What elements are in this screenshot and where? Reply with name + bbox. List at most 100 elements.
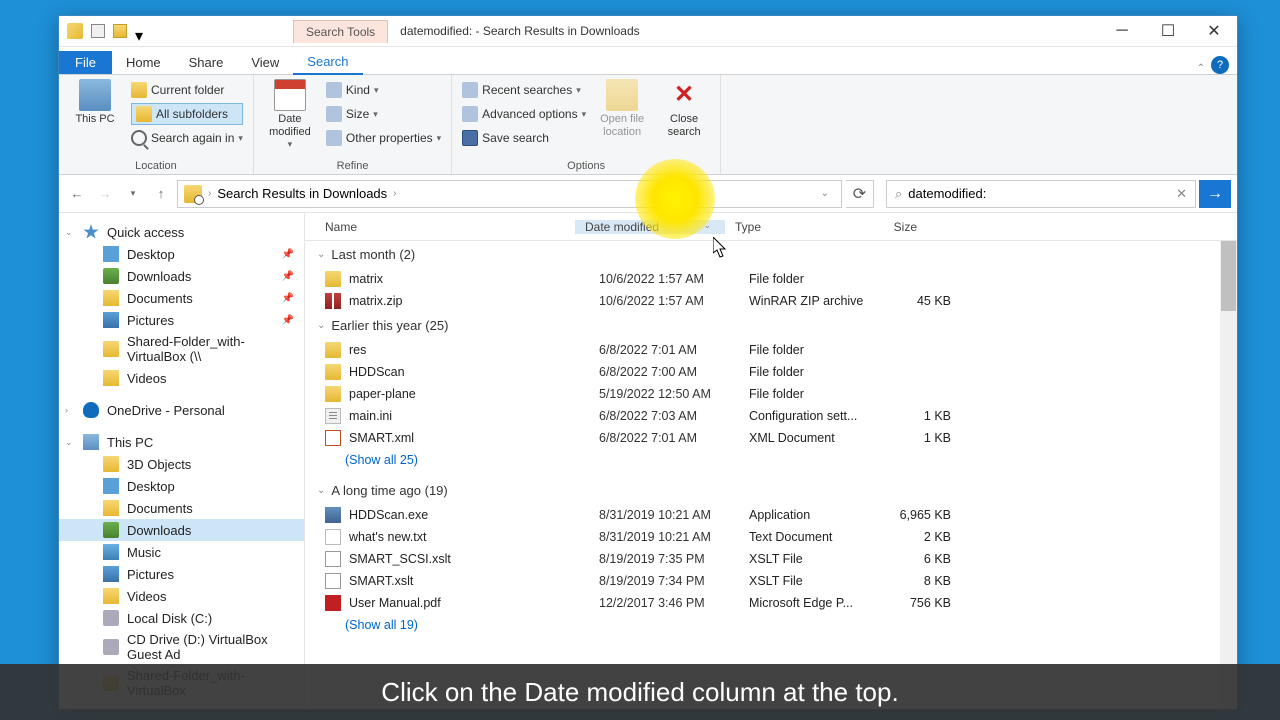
breadcrumb[interactable]: Search Results in Downloads xyxy=(217,186,387,201)
sidebar-item-downloads[interactable]: Downloads📌 xyxy=(59,265,304,287)
file-name: matrix.zip xyxy=(349,294,599,308)
save-search-button[interactable]: Save search xyxy=(462,127,586,149)
chevron-down-icon[interactable]: ⌄ xyxy=(703,220,711,231)
kind-button[interactable]: Kind xyxy=(326,79,441,101)
address-bar[interactable]: › Search Results in Downloads › ⌄ xyxy=(177,180,842,208)
file-date: 10/6/2022 1:57 AM xyxy=(599,294,749,308)
address-dropdown-icon[interactable]: ⌄ xyxy=(815,188,835,199)
search-go-button[interactable]: → xyxy=(1199,180,1231,208)
sidebar-item-cddrive[interactable]: CD Drive (D:) VirtualBox Guest Ad xyxy=(59,629,304,665)
size-button[interactable]: Size xyxy=(326,103,441,125)
desktop-icon xyxy=(103,478,119,494)
refresh-button[interactable]: ⟳ xyxy=(846,180,874,208)
sidebar-item-videos2[interactable]: Videos xyxy=(59,585,304,607)
column-type[interactable]: Type xyxy=(725,220,849,234)
file-type: File folder xyxy=(749,272,873,286)
file-type: Text Document xyxy=(749,530,873,544)
sidebar-item-videos[interactable]: Videos xyxy=(59,367,304,389)
sidebar-item-localdisk[interactable]: Local Disk (C:) xyxy=(59,607,304,629)
chevron-right-icon[interactable]: › xyxy=(393,188,396,199)
clear-search-icon[interactable]: ✕ xyxy=(1176,186,1187,202)
qat-newfolder-icon[interactable] xyxy=(113,24,127,38)
file-date: 5/19/2022 12:50 AM xyxy=(599,387,749,401)
column-date-modified[interactable]: Date modified⌄ xyxy=(575,220,725,234)
this-pc-button[interactable]: This PC xyxy=(69,79,121,126)
tab-share[interactable]: Share xyxy=(175,51,238,74)
sidebar-item-pictures[interactable]: Pictures📌 xyxy=(59,309,304,331)
file-row[interactable]: matrix10/6/2022 1:57 AMFile folder xyxy=(305,268,1237,290)
file-row[interactable]: SMART_SCSI.xslt8/19/2019 7:35 PMXSLT Fil… xyxy=(305,548,1237,570)
sidebar-item-documents[interactable]: Documents📌 xyxy=(59,287,304,309)
file-row[interactable]: res6/8/2022 7:01 AMFile folder xyxy=(305,339,1237,361)
help-icon[interactable]: ? xyxy=(1211,56,1229,74)
chevron-right-icon[interactable]: › xyxy=(208,188,211,199)
file-date: 6/8/2022 7:03 AM xyxy=(599,409,749,423)
file-row[interactable]: paper-plane5/19/2022 12:50 AMFile folder xyxy=(305,383,1237,405)
tab-view[interactable]: View xyxy=(237,51,293,74)
search-again-button[interactable]: Search again in xyxy=(131,127,243,149)
column-name[interactable]: Name xyxy=(305,220,575,234)
close-search-button[interactable]: ✕ Close search xyxy=(658,79,710,139)
maximize-button[interactable]: ☐ xyxy=(1145,16,1191,46)
recent-searches-button[interactable]: Recent searches xyxy=(462,79,586,101)
videos-icon xyxy=(103,370,119,386)
show-all-link[interactable]: (Show all 25) xyxy=(305,449,1237,477)
advanced-options-button[interactable]: Advanced options xyxy=(462,103,586,125)
group-header[interactable]: ⌄Earlier this year (25) xyxy=(305,312,1237,339)
file-row[interactable]: HDDScan6/8/2022 7:00 AMFile folder xyxy=(305,361,1237,383)
sidebar-item-3d[interactable]: 3D Objects xyxy=(59,453,304,475)
file-row[interactable]: SMART.xml6/8/2022 7:01 AMXML Document1 K… xyxy=(305,427,1237,449)
file-name: SMART_SCSI.xslt xyxy=(349,552,599,566)
file-row[interactable]: main.ini6/8/2022 7:03 AMConfiguration se… xyxy=(305,405,1237,427)
ribbon-tabs: File Home Share View Search ⌃ ? xyxy=(59,47,1237,75)
pin-icon: 📌 xyxy=(282,249,294,260)
downloads-icon xyxy=(103,268,119,284)
column-headers: Name Date modified⌄ Type Size xyxy=(305,213,1237,241)
sidebar-item-shared[interactable]: Shared-Folder_with-VirtualBox (\\ xyxy=(59,331,304,367)
sidebar-quick-access[interactable]: ⌄Quick access xyxy=(59,221,304,243)
file-type: File folder xyxy=(749,365,873,379)
file-size: 8 KB xyxy=(873,574,951,588)
close-button[interactable]: ✕ xyxy=(1191,16,1237,46)
other-properties-button[interactable]: Other properties xyxy=(326,127,441,149)
file-icon xyxy=(325,271,341,287)
all-subfolders-button[interactable]: All subfolders xyxy=(131,103,243,125)
sidebar-item-pictures2[interactable]: Pictures xyxy=(59,563,304,585)
tab-home[interactable]: Home xyxy=(112,51,175,74)
ribbon: This PC Current folder All subfolders Se… xyxy=(59,75,1237,175)
file-date: 8/31/2019 10:21 AM xyxy=(599,530,749,544)
qat-properties-icon[interactable] xyxy=(91,24,105,38)
current-folder-button[interactable]: Current folder xyxy=(131,79,243,101)
search-box[interactable]: ⌕ ✕ xyxy=(886,180,1196,208)
up-button[interactable]: ↑ xyxy=(149,182,173,206)
back-button[interactable]: ← xyxy=(65,182,89,206)
column-size[interactable]: Size xyxy=(849,220,927,234)
search-input[interactable] xyxy=(908,186,1170,201)
group-header[interactable]: ⌄A long time ago (19) xyxy=(305,477,1237,504)
sidebar-item-desktop[interactable]: Desktop📌 xyxy=(59,243,304,265)
collapse-ribbon-icon[interactable]: ⌃ xyxy=(1197,63,1205,74)
recent-locations-button[interactable]: ▾ xyxy=(121,182,145,206)
file-date: 6/8/2022 7:01 AM xyxy=(599,343,749,357)
minimize-button[interactable]: ─ xyxy=(1099,16,1145,46)
file-row[interactable]: SMART.xslt8/19/2019 7:34 PMXSLT File8 KB xyxy=(305,570,1237,592)
file-icon xyxy=(325,573,341,589)
group-header[interactable]: ⌄Last month (2) xyxy=(305,241,1237,268)
file-menu[interactable]: File xyxy=(59,51,112,74)
sidebar-item-desktop2[interactable]: Desktop xyxy=(59,475,304,497)
sidebar-this-pc[interactable]: ⌄This PC xyxy=(59,431,304,453)
file-row[interactable]: matrix.zip10/6/2022 1:57 AMWinRAR ZIP ar… xyxy=(305,290,1237,312)
sidebar-item-music[interactable]: Music xyxy=(59,541,304,563)
qat-dropdown-icon[interactable]: ▾ xyxy=(135,26,145,36)
gear-icon xyxy=(462,106,478,122)
nav-pane: ⌄Quick access Desktop📌 Downloads📌 Docume… xyxy=(59,213,305,709)
file-row[interactable]: HDDScan.exe8/31/2019 10:21 AMApplication… xyxy=(305,504,1237,526)
file-row[interactable]: what's new.txt8/31/2019 10:21 AMText Doc… xyxy=(305,526,1237,548)
file-row[interactable]: User Manual.pdf12/2/2017 3:46 PMMicrosof… xyxy=(305,592,1237,614)
sidebar-onedrive[interactable]: ›OneDrive - Personal xyxy=(59,399,304,421)
show-all-link[interactable]: (Show all 19) xyxy=(305,614,1237,642)
sidebar-item-downloads2[interactable]: Downloads xyxy=(59,519,304,541)
date-modified-button[interactable]: Date modified xyxy=(264,79,316,150)
sidebar-item-documents2[interactable]: Documents xyxy=(59,497,304,519)
tab-search[interactable]: Search xyxy=(293,50,362,75)
